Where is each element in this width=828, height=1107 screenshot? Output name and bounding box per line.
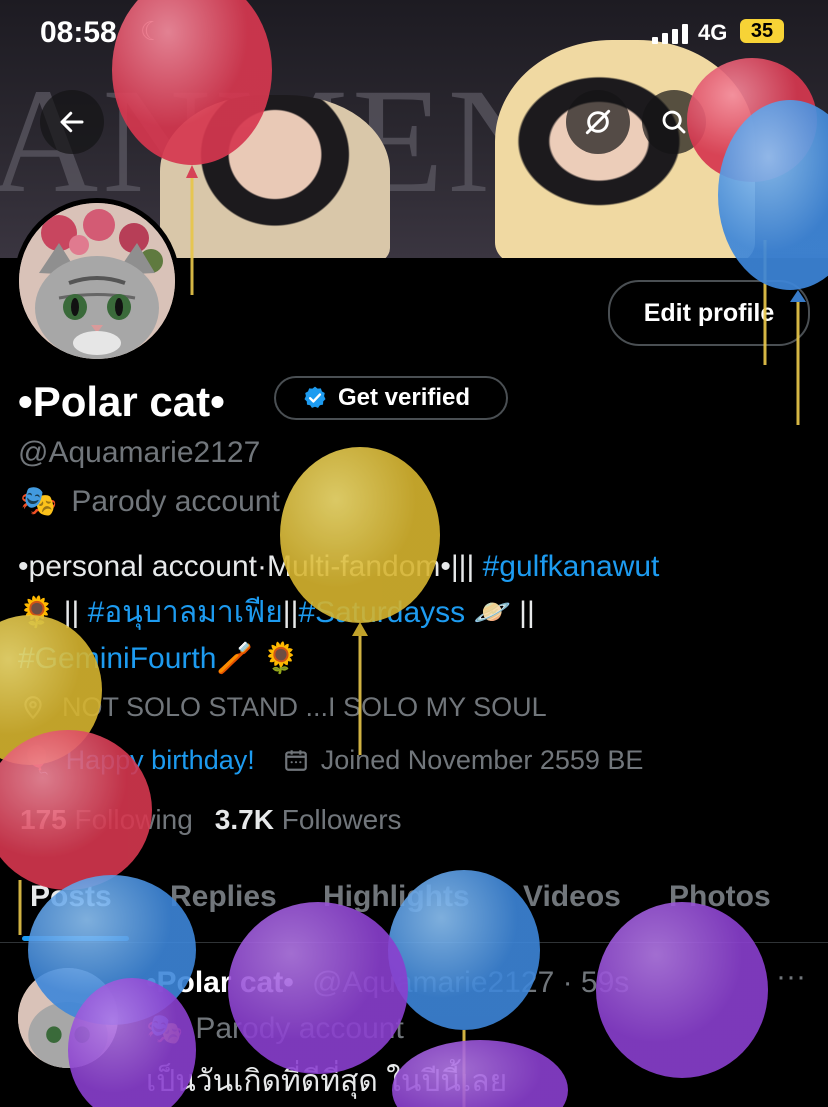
cat-avatar-image [18,968,118,1068]
active-tab-indicator [22,936,129,941]
post-item[interactable]: •Polar cat• @Aquamarie2127 · 59s ··· 🎭 P… [0,944,828,1107]
verified-badge-icon [304,386,326,408]
edit-profile-button[interactable]: Edit profile [608,280,810,346]
post-parody-text: Parody account [195,1012,404,1045]
bio-text: || [282,596,299,629]
profile-tabs: Posts Replies Highlights Videos Photos [0,870,828,943]
get-verified-button[interactable]: Get verified [274,376,508,420]
bio-text: 🪥 🌻 [216,642,300,675]
grok-button[interactable] [566,90,630,154]
bio-text: •personal account·Multi-fandom•||| [18,550,483,583]
profile-avatar[interactable] [14,198,180,364]
followers-count: 3.7K [214,804,274,835]
tab-posts[interactable]: Posts [30,880,112,914]
birthday-item: 🎈 Happy birthday! [20,744,255,776]
profile-bio: •personal account·Multi-fandom•||| #gulf… [18,544,808,682]
network-label: 4G [698,20,728,45]
post-author-handle[interactable]: @Aquamarie2127 · 59s [312,966,629,1000]
profile-name: •Polar cat• [18,378,225,425]
followers-link[interactable]: 3.7K Followers [215,804,402,836]
cat-avatar-image [19,203,175,359]
status-bar: 08:58 ☾ 4G 35 [0,0,828,64]
post-avatar[interactable] [18,968,118,1068]
post-parody-label: 🎭 Parody account [146,1012,404,1047]
more-options-icon[interactable]: ··· [776,960,806,994]
signal-icon [652,24,692,44]
banner-person-right [495,40,755,258]
search-icon [662,110,686,134]
calendar-icon [284,750,307,771]
back-button[interactable] [40,90,104,154]
tab-videos[interactable]: Videos [523,880,621,914]
tab-highlights[interactable]: Highlights [323,880,470,914]
profile-handle: @Aquamarie2127 [18,436,261,469]
search-button[interactable] [642,90,706,154]
location-text: NOT SOLO STAND ...I SOLO MY SOUL [62,692,547,722]
refresh-icon [585,109,611,135]
profile-location: NOT SOLO STAND ...I SOLO MY SOUL [20,692,547,723]
parody-label: 🎭 Parody account [20,484,280,519]
mask-icon: 🎭 [146,1013,184,1046]
post-author-name[interactable]: •Polar cat• [146,966,294,1000]
bio-text: 🌻 || [18,596,88,629]
following-link[interactable]: 175 Following [20,804,193,836]
joined-text: Joined November 2559 BE [320,744,644,775]
battery-icon: 35 [740,19,784,43]
hashtag-link[interactable]: #gulfkanawut [483,550,660,583]
post-text: เป็นวันเกิดที่ดีที่สุด ในปีนี้เลย [146,1065,508,1098]
hashtag-link[interactable]: #Saturdayss [298,596,465,629]
mask-icon: 🎭 [20,485,58,518]
birthday-text[interactable]: Happy birthday! [66,745,255,776]
follow-stats: 175 Following 3.7K Followers [20,804,402,836]
hashtag-link[interactable]: #GeminiFourth [18,642,216,675]
balloon-icon: 🎈 [20,745,54,775]
following-label: Following [74,804,193,835]
clock: 08:58 [40,16,117,49]
profile-meta: 🎈 Happy birthday! Joined November 2559 B… [20,744,643,776]
joined-item: Joined November 2559 BE [283,744,644,776]
following-count: 175 [20,804,67,835]
tab-replies[interactable]: Replies [170,880,277,914]
moon-icon: ☾ [140,16,164,46]
tab-photos[interactable]: Photos [669,880,771,914]
arrow-left-icon [60,111,84,133]
bio-text: 🪐 || [465,596,535,629]
banner-person-left [160,95,390,258]
followers-label: Followers [281,804,402,835]
parody-text: Parody account [71,484,280,518]
hashtag-link[interactable]: #อนุบาลมาเฟีย [88,596,283,629]
get-verified-label: Get verified [338,384,471,411]
location-pin-icon [24,695,42,719]
